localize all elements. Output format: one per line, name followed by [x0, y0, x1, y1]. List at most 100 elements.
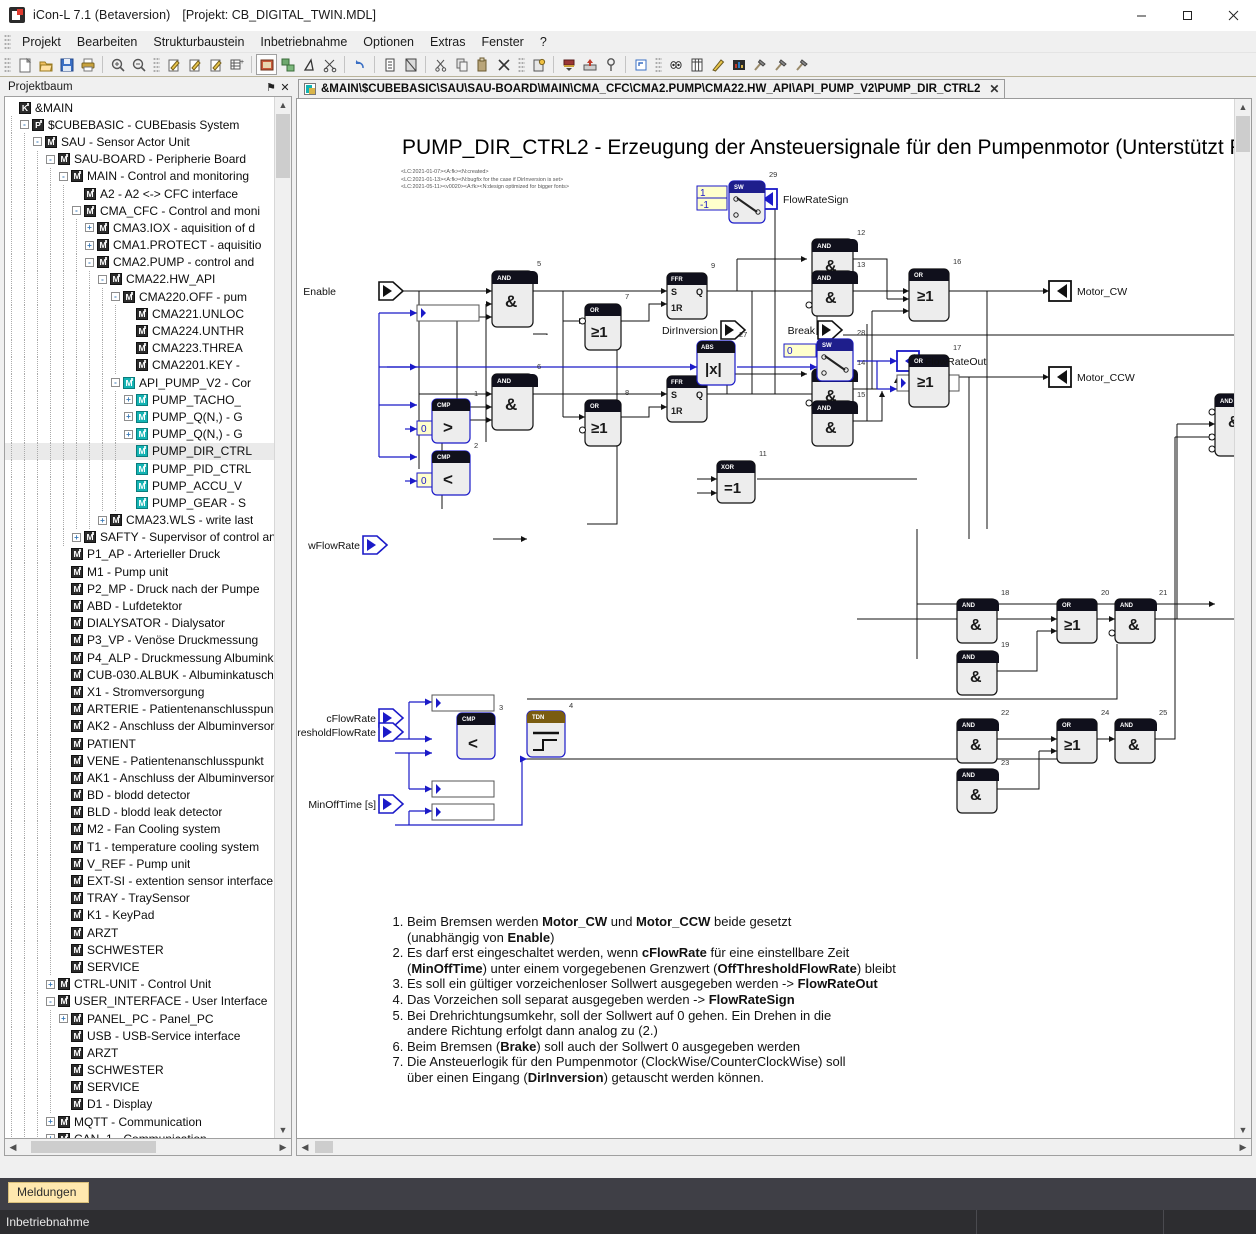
block-or-16[interactable]: OR ≥1 16 — [908, 257, 961, 322]
block-and-19[interactable]: AND & 19 — [956, 640, 1009, 696]
tree-item[interactable]: - M SAU - Sensor Actor Unit — [5, 133, 274, 151]
table-icon[interactable] — [686, 54, 707, 75]
toggle-box[interactable]: - — [111, 378, 120, 388]
tree-item[interactable]: M V_REF - Pump unit — [5, 855, 274, 873]
toggle-box[interactable]: + — [85, 240, 94, 250]
display-box-4[interactable] — [431, 803, 495, 821]
toggle-box[interactable]: + — [72, 532, 81, 542]
display-box-3[interactable] — [431, 780, 495, 798]
tree-item[interactable]: - M CMA_CFC - Control and moni — [5, 202, 274, 220]
toggle-box[interactable]: + — [124, 395, 133, 405]
expand-toggle-icon[interactable]: + — [70, 529, 83, 546]
zoom-in-icon[interactable] — [107, 54, 128, 75]
block-and-23[interactable]: AND & 23 — [956, 758, 1009, 814]
pin-icon[interactable]: ⚑ — [264, 80, 278, 94]
collapse-toggle-icon[interactable]: - — [109, 374, 122, 391]
tree-item[interactable]: + M SAFTY - Supervisor of control and — [5, 528, 274, 546]
block-and-21[interactable]: AND & 21 — [1108, 588, 1167, 644]
output-port-motor-ccw[interactable] — [1048, 366, 1072, 388]
tree-item[interactable]: - M API_PUMP_V2 - Cor — [5, 374, 274, 392]
tree-item[interactable]: M PUMP_PID_CTRL — [5, 460, 274, 478]
upload-device-icon[interactable] — [579, 54, 600, 75]
export-arrow-icon[interactable] — [298, 54, 319, 75]
toggle-box[interactable]: - — [111, 292, 120, 302]
open-folder-icon[interactable] — [35, 54, 56, 75]
tree-item[interactable]: - M SAU-BOARD - Peripherie Board — [5, 150, 274, 168]
menu-grip-handle[interactable] — [4, 33, 11, 50]
tree-item[interactable]: M P3_VP - Venöse Druckmessung — [5, 631, 274, 649]
diagram-canvas-frame[interactable]: PUMP_DIR_CTRL2 - Erzeugung der Ansteuers… — [296, 98, 1252, 1139]
hammer1-icon[interactable] — [749, 54, 770, 75]
tree-item[interactable]: M AK1 - Anschluss der Albuminversorgu — [5, 769, 274, 787]
collapse-toggle-icon[interactable]: - — [44, 151, 57, 168]
hammer2-icon[interactable] — [770, 54, 791, 75]
new-file-icon[interactable] — [14, 54, 35, 75]
toggle-box[interactable]: - — [98, 274, 107, 284]
block-or-24[interactable]: OR ≥1 24 — [1056, 708, 1109, 764]
edit-page-yellow3-icon[interactable] — [205, 54, 226, 75]
tree-item[interactable]: - M MAIN - Control and monitoring — [5, 167, 274, 185]
block-ffr-9[interactable]: FFR S Q 1R 9 — [666, 261, 715, 320]
tree-item[interactable]: + M PUMP_TACHO_ — [5, 391, 274, 409]
tree-item[interactable]: + M CMA1.PROTECT - aquisitio — [5, 236, 274, 254]
tree-item[interactable]: M SERVICE — [5, 958, 274, 976]
tree-item[interactable]: - M CMA22.HW_API — [5, 270, 274, 288]
watch-eyes-icon[interactable] — [665, 54, 686, 75]
tree-item[interactable]: M DIALYSATOR - Dialysator — [5, 614, 274, 632]
input-port-enable[interactable] — [378, 281, 405, 301]
tree-item[interactable]: +M CAN_1 - Communication — [5, 1130, 274, 1138]
block-and-26[interactable]: AND & 26 — [1208, 383, 1234, 457]
tree-item[interactable]: M USB - USB-Service interface — [5, 1027, 274, 1045]
tree-item[interactable]: M ARZT — [5, 1044, 274, 1062]
display-box-1[interactable] — [416, 304, 480, 322]
toggle-box[interactable]: + — [98, 515, 107, 525]
tree-item[interactable]: M CMA221.UNLOC — [5, 305, 274, 323]
tree-item[interactable]: M P2_MP - Druck nach der Pumpe — [5, 580, 274, 598]
toolbar-grip-2[interactable] — [153, 56, 160, 73]
tree-item[interactable]: - P $CUBEBASIC - CUBEbasis System — [5, 116, 274, 134]
document-tab-close-icon[interactable]: ✕ — [989, 82, 999, 96]
tree-item[interactable]: + M CMA23.WLS - write last — [5, 511, 274, 529]
tree-item[interactable]: M PUMP_GEAR - S — [5, 494, 274, 512]
invalid-icon[interactable] — [400, 54, 421, 75]
chart-icon[interactable] — [728, 54, 749, 75]
tree-item[interactable]: M EXT-SI - extention sensor interface — [5, 872, 274, 890]
canvas-scroll-left-icon[interactable]: ◀ — [297, 1142, 313, 1153]
block-or-20[interactable]: OR ≥1 20 — [1056, 588, 1109, 644]
tree-item[interactable]: M PATIENT — [5, 735, 274, 753]
expand-toggle-icon[interactable]: + — [83, 237, 96, 254]
menu-extras[interactable]: Extras — [422, 33, 473, 51]
copy-icon[interactable] — [451, 54, 472, 75]
toggle-box[interactable]: + — [46, 1134, 55, 1138]
minimize-button[interactable] — [1118, 0, 1164, 31]
expand-toggle-icon[interactable]: + — [122, 408, 135, 425]
tree-item[interactable]: K &MAIN — [5, 99, 274, 116]
close-button[interactable] — [1210, 0, 1256, 31]
menu-strukturbaustein[interactable]: Strukturbaustein — [145, 33, 252, 51]
monitor-pin-icon[interactable] — [528, 54, 549, 75]
tree-item[interactable]: M AK2 - Anschluss der Albuminversorgu — [5, 717, 274, 735]
collapse-toggle-icon[interactable]: - — [31, 133, 44, 150]
pencil-icon[interactable] — [707, 54, 728, 75]
tree-item[interactable]: - M CMA220.OFF - pum — [5, 288, 274, 306]
tree-item[interactable]: M VENE - Patientenanschlusspunkt — [5, 752, 274, 770]
block-and-6[interactable]: AND & 6 — [491, 362, 541, 431]
tree-item[interactable]: M BLD - blodd leak detector — [5, 803, 274, 821]
cut-icon[interactable] — [430, 54, 451, 75]
collapse-toggle-icon[interactable]: - — [96, 271, 109, 288]
canvas-scroll-thumb[interactable] — [1236, 116, 1250, 152]
copy-struct-icon[interactable] — [277, 54, 298, 75]
tree-item[interactable]: + M PUMP_Q(N,) - G — [5, 408, 274, 426]
expand-toggle-icon[interactable]: + — [44, 1130, 57, 1138]
expand-toggle-icon[interactable]: + — [83, 219, 96, 236]
scroll-right-icon[interactable]: ▶ — [275, 1142, 291, 1153]
expand-toggle-icon[interactable]: + — [57, 1010, 70, 1027]
toggle-box[interactable]: - — [33, 137, 42, 147]
canvas-scroll-right-icon[interactable]: ▶ — [1235, 1142, 1251, 1153]
maximize-button[interactable] — [1164, 0, 1210, 31]
tree-item[interactable]: M SERVICE — [5, 1078, 274, 1096]
output-port-motor-cw[interactable] — [1048, 280, 1072, 302]
tree-item[interactable]: - M CMA2.PUMP - control and — [5, 253, 274, 271]
collapse-toggle-icon[interactable]: - — [44, 993, 57, 1010]
block-tdn-4[interactable]: TDN 4 — [526, 701, 573, 758]
